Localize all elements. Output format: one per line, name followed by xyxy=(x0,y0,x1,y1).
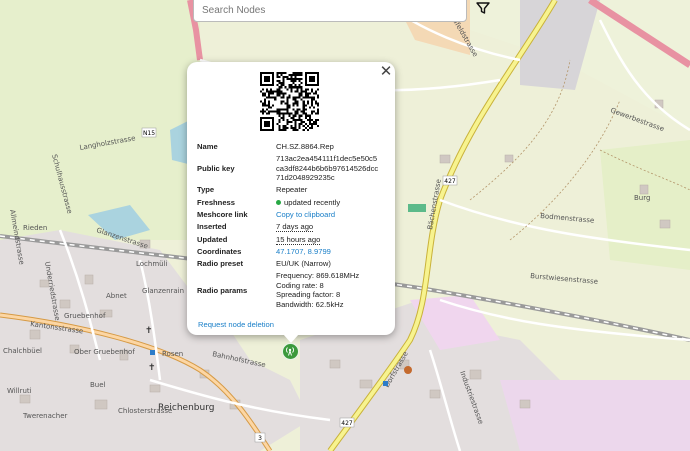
node-radio-params: Frequency: 869.618MHz Coding rate: 8 Spr… xyxy=(276,271,378,312)
node-public-key: 713ac2ea454111f1dec5e50c5 ca3df8244b6b6b… xyxy=(276,154,378,185)
node-name: CH.SZ.8864.Rep xyxy=(276,142,334,151)
church-icon: ✝ xyxy=(145,326,153,336)
radio-param: Bandwidth: 62.5kHz xyxy=(276,299,344,309)
place-label: Glanzenrain xyxy=(142,287,184,295)
place-label: Ober Gruebenhof xyxy=(74,348,135,356)
label-meshcore-link: Meshcore link xyxy=(197,210,248,219)
node-freshness: updated recently xyxy=(276,198,378,210)
road-number-n15: N15 xyxy=(143,130,155,137)
label-coordinates: Coordinates xyxy=(197,246,242,256)
label-inserted: Inserted xyxy=(197,222,227,232)
place-label: Gruebenhof xyxy=(64,312,106,320)
place-label: Abnet xyxy=(106,292,127,300)
place-label: Burg xyxy=(634,194,650,202)
request-node-deletion-link[interactable]: Request node deletion xyxy=(198,320,274,329)
road-number-427-b: 427 xyxy=(341,420,353,427)
close-icon[interactable]: ✕ xyxy=(379,64,393,79)
public-key-line: ca3df8244b6b6b97614526dcc xyxy=(276,163,379,173)
label-type: Type xyxy=(197,185,215,195)
antenna-tower-icon xyxy=(286,347,294,356)
node-inserted: 7 days ago xyxy=(276,222,314,233)
label-public-key: Public key xyxy=(197,163,235,173)
place-label: Willruti xyxy=(7,387,32,395)
label-freshness: Freshness xyxy=(197,197,235,207)
node-updated: 15 hours ago xyxy=(276,234,321,245)
radio-param: Coding rate: 8 xyxy=(276,280,324,290)
public-key-line: 71d2048929235c xyxy=(276,173,335,183)
status-dot-icon xyxy=(276,200,281,206)
label-radio-preset: Radio preset xyxy=(197,259,243,269)
node-radio-preset: EU/UK (Narrow) xyxy=(276,259,331,269)
place-label: Buel xyxy=(90,381,106,389)
radio-param: Spreading factor: 8 xyxy=(276,290,341,300)
coordinates-link[interactable]: 47.1707, 8.9799 xyxy=(276,247,331,256)
place-label: Rosen xyxy=(162,350,183,358)
filter-icon[interactable] xyxy=(476,1,490,15)
label-name: Name xyxy=(197,142,218,151)
bus-stop-icon xyxy=(150,350,155,355)
copy-to-clipboard-link[interactable]: Copy to clipboard xyxy=(276,210,335,219)
church-icon: ✝ xyxy=(148,363,156,373)
radio-param: Frequency: 869.618MHz xyxy=(276,271,360,281)
poi-icon xyxy=(404,366,412,374)
qr-code-icon[interactable] xyxy=(260,72,319,131)
road-number-3: 3 xyxy=(258,435,262,442)
freshness-text: updated recently xyxy=(284,197,341,207)
road-number-427-a: 427 xyxy=(444,178,456,185)
label-updated: Updated xyxy=(197,234,228,244)
place-label: Lochmüli xyxy=(136,260,168,268)
node-info-table: Name CH.SZ.8864.Rep Public key 713ac2ea4… xyxy=(197,142,378,312)
street-label: Chlosterstrasse xyxy=(118,407,172,415)
node-type: Repeater xyxy=(276,185,308,195)
node-marker[interactable] xyxy=(282,343,299,360)
place-label: Twerenacher xyxy=(22,412,67,420)
label-radio-params: Radio params xyxy=(197,285,248,295)
public-key-line: 713ac2ea454111f1dec5e50c5 xyxy=(276,154,378,164)
popup-tip xyxy=(283,334,299,343)
street-label: Rieden xyxy=(23,224,47,232)
search-input[interactable] xyxy=(193,0,467,22)
place-label: Chalchbüel xyxy=(3,347,42,355)
bus-stop-icon xyxy=(383,381,388,386)
